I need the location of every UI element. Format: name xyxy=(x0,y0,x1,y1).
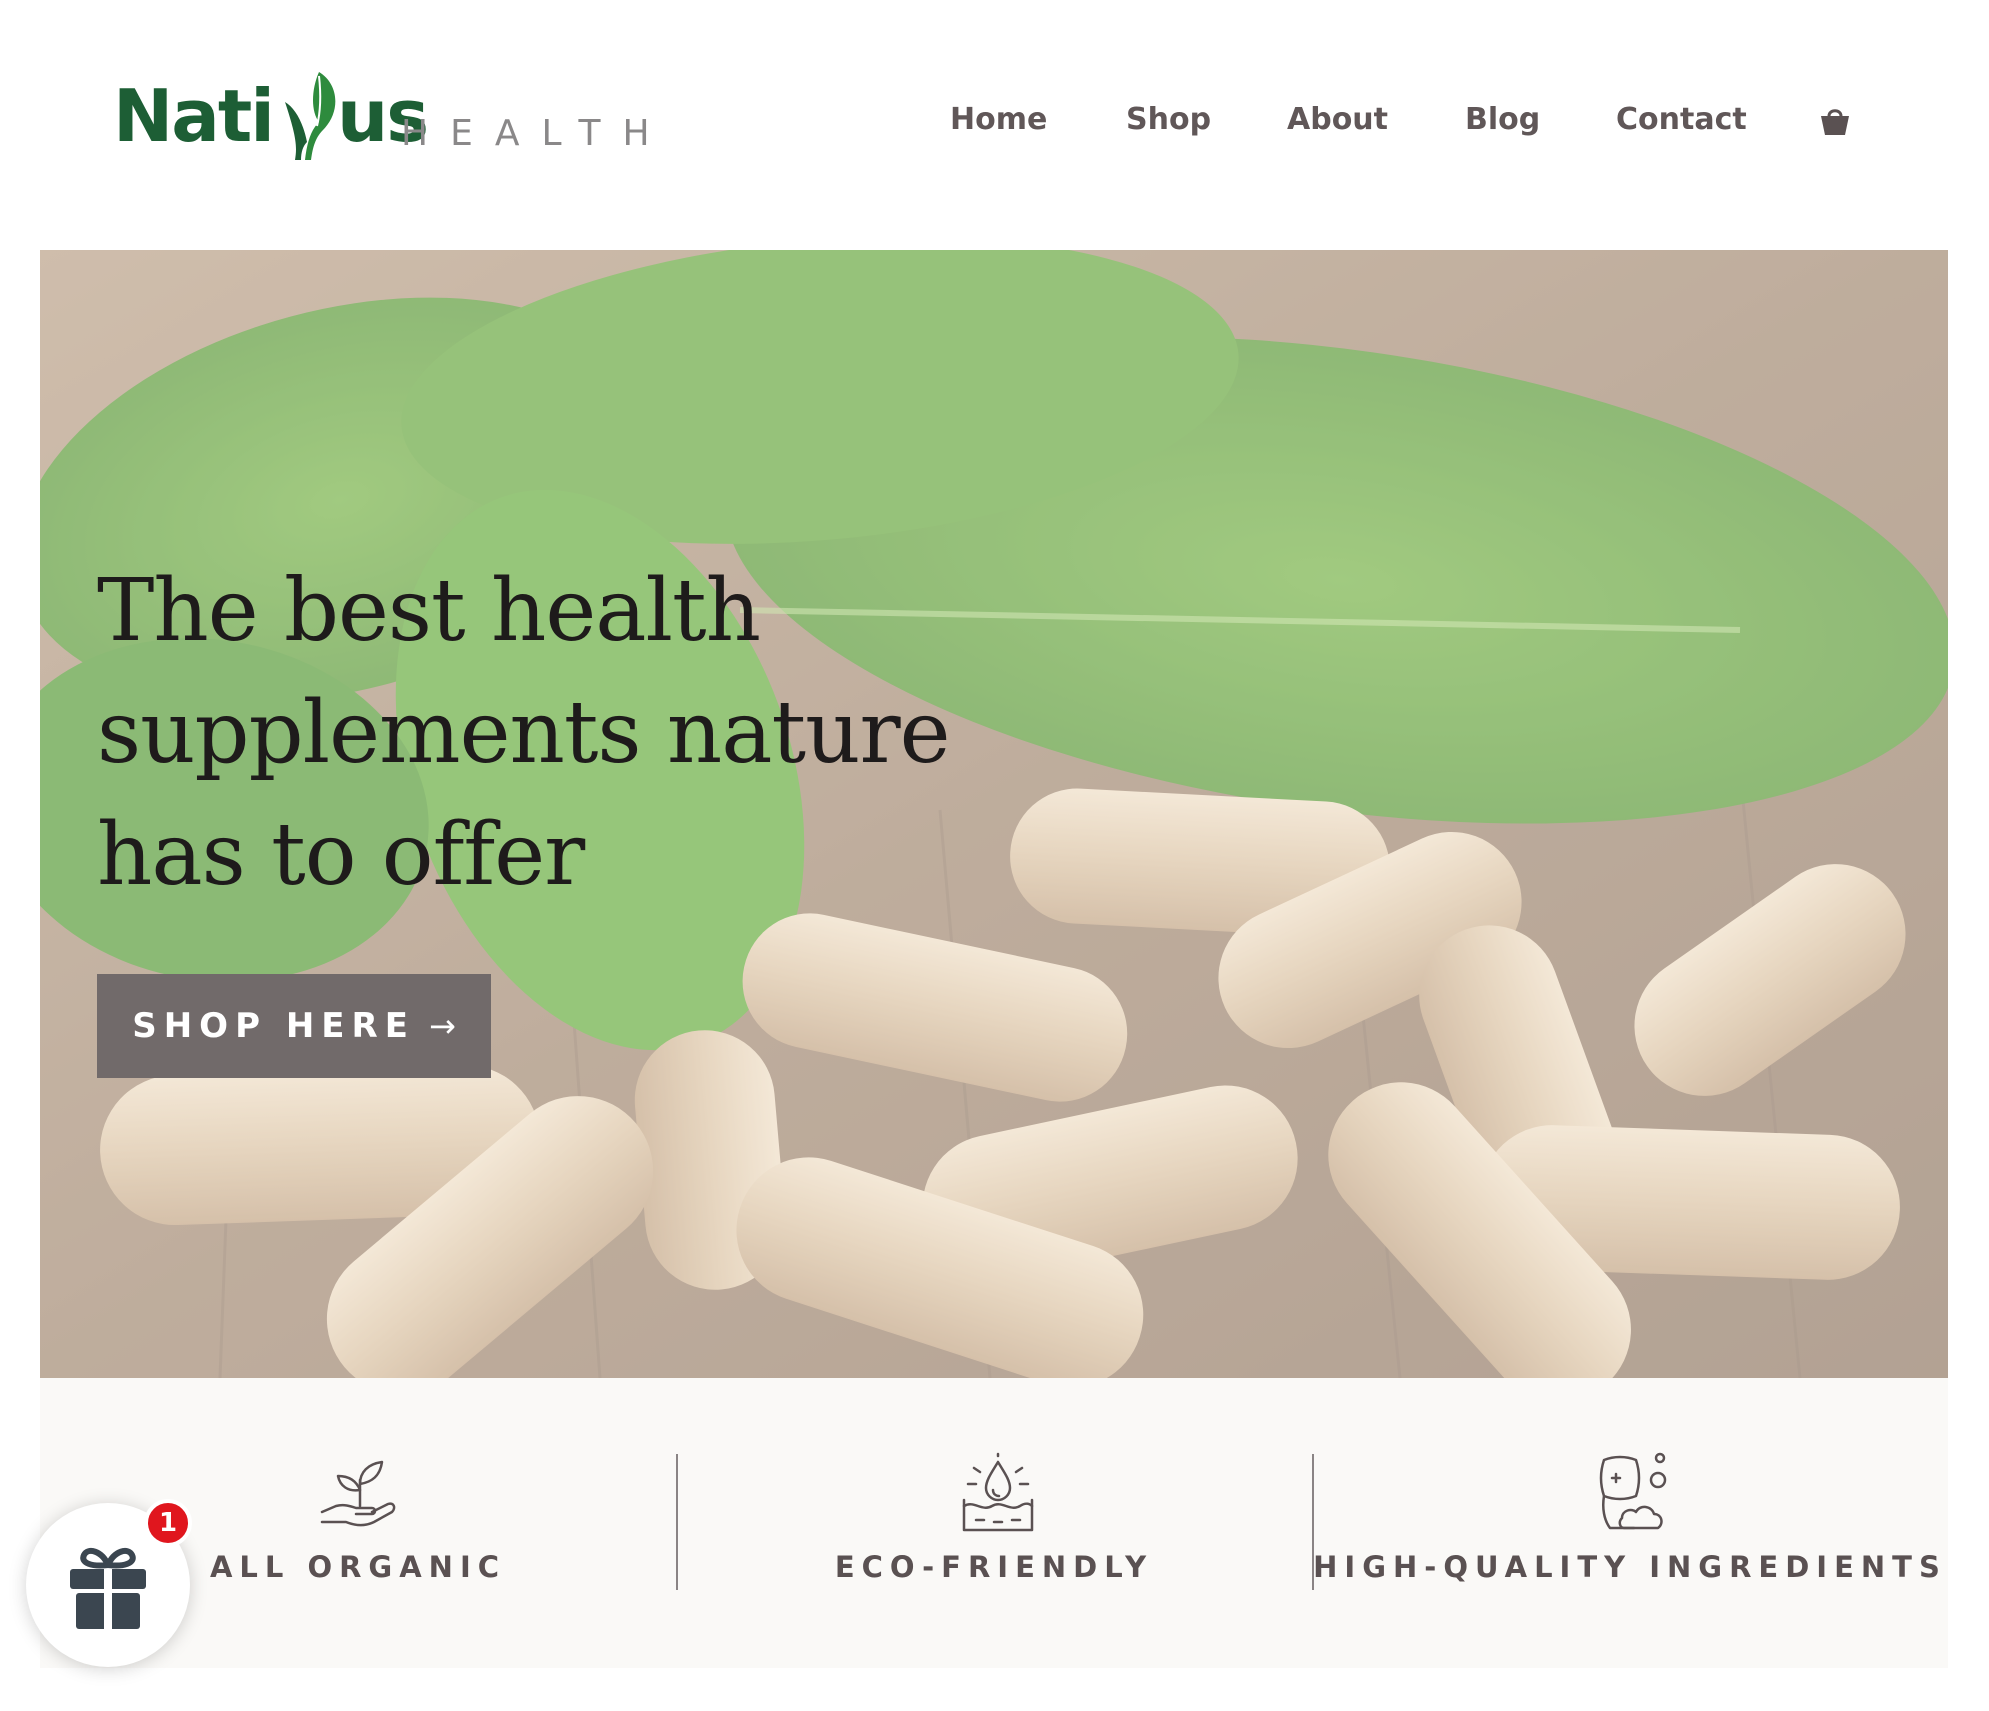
logo-wordmark: Nati us xyxy=(113,74,429,158)
clean-skin-icon xyxy=(1599,1452,1667,1530)
hero-title: The best health supplements nature has t… xyxy=(97,561,951,905)
nav-shop[interactable]: Shop xyxy=(1126,100,1211,140)
site-logo[interactable]: Nati us HEALTH xyxy=(113,68,653,178)
shopping-basket-icon[interactable] xyxy=(1818,104,1852,138)
gift-icon xyxy=(70,1547,146,1629)
feature-label: ECO-FRIENDLY xyxy=(834,1550,1154,1584)
shop-here-button[interactable]: SHOP HERE → xyxy=(97,974,491,1078)
feature-label: HIGH-QUALITY INGREDIENTS xyxy=(1313,1550,1947,1584)
plant-in-hand-icon xyxy=(320,1460,396,1527)
hero-banner: The best health supplements nature has t… xyxy=(40,250,1948,1378)
features-strip: ALL ORGANIC ECO-FRIENDLY HIGH-QUALITY IN… xyxy=(40,1378,1948,1668)
shop-here-label: SHOP HERE xyxy=(132,1006,415,1046)
gift-rewards-button[interactable]: 1 xyxy=(26,1499,192,1667)
leaf-icon xyxy=(285,72,336,160)
site-header: Nati us HEALTH Home Shop About Blog Conta… xyxy=(0,0,1989,250)
water-drop-icon xyxy=(962,1452,1034,1532)
feature-high-quality-ingredients: HIGH-QUALITY INGREDIENTS xyxy=(1312,1378,1948,1668)
notification-badge: 1 xyxy=(144,1499,192,1547)
nav-blog[interactable]: Blog xyxy=(1465,100,1540,140)
nav-home[interactable]: Home xyxy=(950,100,1047,140)
nav-contact[interactable]: Contact xyxy=(1616,100,1747,140)
nav-about[interactable]: About xyxy=(1287,100,1388,140)
feature-eco-friendly: ECO-FRIENDLY xyxy=(676,1378,1312,1668)
arrow-right-icon: → xyxy=(428,1007,456,1045)
logo-health-text: HEALTH xyxy=(401,113,672,154)
